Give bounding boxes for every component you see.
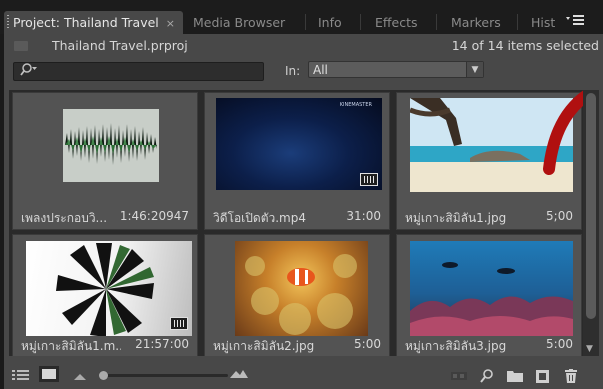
media-item[interactable]: หมู่เกาะสิมิลัน3.jpg 5:00 [396, 234, 582, 356]
tab-divider [360, 14, 361, 30]
tab-project[interactable]: Project: Thailand Travel × [4, 11, 183, 34]
media-item-caption: หมู่เกาะสิมิลัน1.m... 21:57:00 [13, 329, 197, 356]
media-item[interactable]: หมู่เกาะสิมิลัน1.m... 21:57:00 [12, 234, 198, 356]
media-item-caption: เพลงประกอบวิ... 1:46:20947 [13, 201, 197, 229]
tab-grip-icon[interactable] [7, 15, 9, 30]
find-icon[interactable] [480, 369, 494, 386]
new-bin-icon[interactable] [507, 369, 523, 385]
media-item-name: วิดีโอเปิดตัว.mp4 [213, 211, 306, 225]
project-info-icon [14, 41, 28, 51]
media-item-duration: 5:00 [546, 337, 573, 351]
tab-project-label: Project: Thailand Travel [13, 15, 159, 30]
media-item[interactable]: หมู่เกาะสิมิลัน2.jpg 5:00 [204, 234, 390, 356]
tab-divider [305, 14, 306, 30]
list-view-icon[interactable] [12, 369, 30, 385]
media-item-duration: 31:00 [346, 209, 381, 223]
video-type-icon [360, 173, 378, 186]
icon-view-icon[interactable] [39, 366, 59, 385]
tab-info[interactable]: Info [318, 11, 358, 34]
thumbnail-watermark-text: KINEMASTER [339, 102, 372, 108]
panel-menu-icon[interactable] [565, 14, 585, 29]
search-scope-label: In: [285, 64, 301, 78]
close-icon[interactable]: × [166, 17, 175, 30]
scroll-down-icon[interactable]: ▼ [586, 344, 593, 354]
image-thumbnail [410, 241, 573, 336]
tab-history-label: Hist [531, 15, 556, 30]
tab-effects-label: Effects [375, 15, 418, 30]
scrollbar-thumb[interactable] [586, 93, 596, 319]
tab-markers[interactable]: Markers [451, 11, 511, 34]
selection-count: 14 of 14 items selected [451, 38, 599, 53]
media-item[interactable]: KINEMASTER วิดีโอเปิดตัว.mp4 31:00 [204, 92, 390, 230]
project-file-name: Thailand Travel.prproj [52, 38, 188, 53]
video-thumbnail [26, 241, 192, 336]
vertical-scrollbar[interactable]: ▼ [583, 90, 599, 356]
media-item-caption: หมู่เกาะสิมิลัน2.jpg 5:00 [205, 329, 389, 356]
media-item-caption: หมู่เกาะสิมิลัน1.jpg 5;00 [397, 201, 581, 229]
media-item-name: เพลงประกอบวิ... [21, 211, 108, 225]
zoom-slider[interactable] [99, 371, 228, 380]
tab-markers-label: Markers [451, 15, 501, 30]
tab-divider [436, 14, 437, 30]
zoom-slider-knob[interactable] [99, 371, 108, 380]
media-item-name: หมู่เกาะสิมิลัน2.jpg [213, 339, 315, 353]
media-item-caption: วิดีโอเปิดตัว.mp4 31:00 [205, 201, 389, 229]
image-thumbnail [235, 241, 368, 336]
media-item-duration: 1:46:20947 [119, 209, 189, 223]
panel-footer-toolbar [4, 356, 603, 389]
zoom-in-icon[interactable] [230, 368, 248, 381]
media-item-caption: หมู่เกาะสิมิลัน3.jpg 5:00 [397, 329, 581, 356]
automate-to-sequence-icon[interactable] [451, 369, 467, 385]
tab-effects[interactable]: Effects [375, 11, 433, 34]
media-item-name: หมู่เกาะสิมิลัน3.jpg [405, 339, 507, 353]
media-item-duration: 5;00 [546, 209, 573, 223]
new-item-icon[interactable] [536, 369, 550, 386]
media-item-name: หมู่เกาะสิมิลัน1.jpg [405, 211, 507, 225]
tab-media-browser[interactable]: Media Browser [193, 11, 303, 34]
media-item-name: หมู่เกาะสิมิลัน1.m... [21, 339, 121, 353]
search-scope-select[interactable]: All ▼ [308, 61, 484, 78]
audio-waveform-thumbnail [63, 109, 159, 182]
delete-icon[interactable] [564, 369, 578, 386]
tab-info-label: Info [318, 15, 342, 30]
media-item-duration: 21:57:00 [135, 337, 189, 351]
tab-media-browser-label: Media Browser [193, 15, 286, 30]
search-input[interactable] [13, 62, 264, 81]
chevron-down-icon[interactable]: ▼ [466, 62, 483, 77]
tab-history[interactable]: Hist [531, 11, 563, 34]
red-annotation-arc [543, 90, 583, 175]
tab-divider [517, 14, 518, 30]
search-scope-value: All [313, 63, 328, 77]
project-panel: Thailand Travel.prproj 14 of 14 items se… [4, 34, 603, 389]
video-thumbnail: KINEMASTER [216, 98, 382, 190]
media-item[interactable]: เพลงประกอบวิ... 1:46:20947 [12, 92, 198, 230]
media-grid: เพลงประกอบวิ... 1:46:20947 KINEMASTER วิ… [9, 90, 583, 356]
search-icon[interactable] [19, 63, 39, 80]
panel-tab-bar: Project: Thailand Travel × Media Browser… [0, 0, 603, 34]
zoom-out-icon[interactable] [74, 370, 86, 383]
media-item-duration: 5:00 [354, 337, 381, 351]
media-item[interactable]: หมู่เกาะสิมิลัน1.jpg 5;00 [396, 90, 583, 230]
